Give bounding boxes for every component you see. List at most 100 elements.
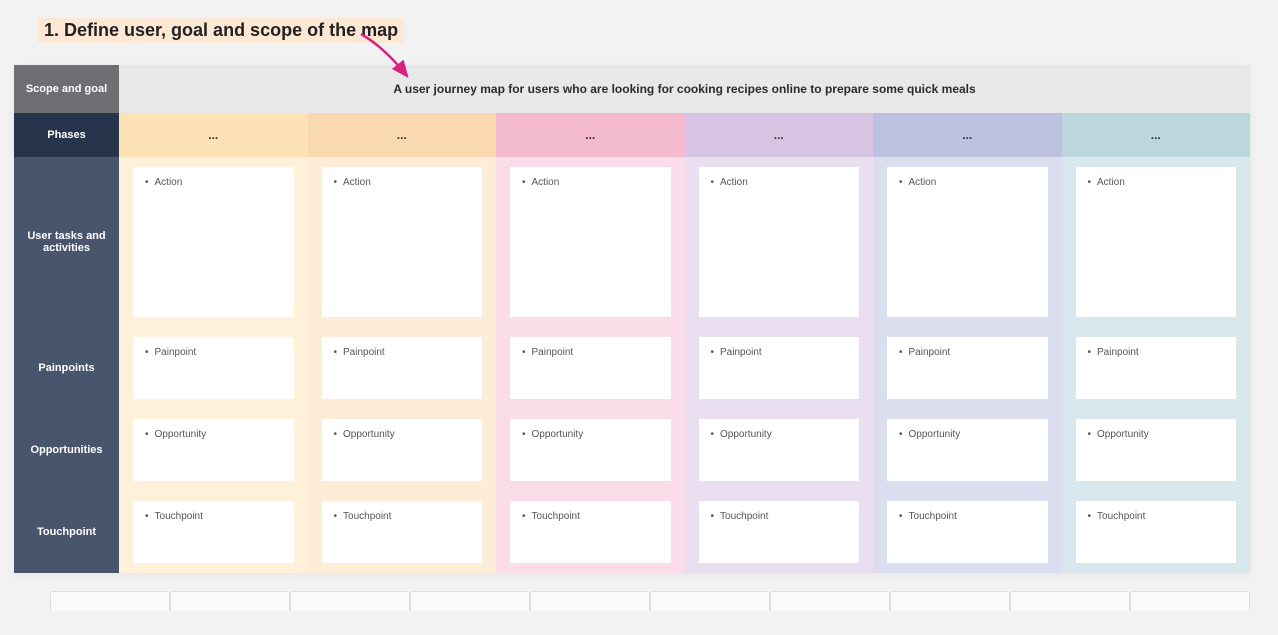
row-cells-3: Touchpoint Touchpoint Touchpoint Touchpo… bbox=[119, 491, 1250, 573]
bullet: Opportunity bbox=[334, 429, 471, 440]
cell-1-3: Painpoint bbox=[685, 327, 874, 409]
phase-header-5[interactable]: ... bbox=[1062, 113, 1251, 157]
card-3-0[interactable]: Touchpoint bbox=[133, 501, 294, 563]
cell-2-3: Opportunity bbox=[685, 409, 874, 491]
card-1-3[interactable]: Painpoint bbox=[699, 337, 860, 399]
page-root: 1. Define user, goal and scope of the ma… bbox=[0, 0, 1278, 611]
card-3-1[interactable]: Touchpoint bbox=[322, 501, 483, 563]
card-0-3[interactable]: Action bbox=[699, 167, 860, 317]
phase-headers: ... ... ... ... ... ... bbox=[119, 113, 1250, 157]
card-0-0[interactable]: Action bbox=[133, 167, 294, 317]
sheet-tab[interactable] bbox=[1010, 591, 1130, 611]
page-title: 1. Define user, goal and scope of the ma… bbox=[38, 18, 404, 43]
card-2-4[interactable]: Opportunity bbox=[887, 419, 1048, 481]
card-1-1[interactable]: Painpoint bbox=[322, 337, 483, 399]
card-3-5[interactable]: Touchpoint bbox=[1076, 501, 1237, 563]
phase-header-3[interactable]: ... bbox=[685, 113, 874, 157]
row-label-0: User tasks and activities bbox=[14, 157, 119, 327]
row-cells-1: Painpoint Painpoint Painpoint Painpoint … bbox=[119, 327, 1250, 409]
bullet: Opportunity bbox=[711, 429, 848, 440]
row-opportunities: Opportunities Opportunity Opportunity Op… bbox=[14, 409, 1250, 491]
card-1-5[interactable]: Painpoint bbox=[1076, 337, 1237, 399]
row-cells-0: Action Action Action Action Action Actio… bbox=[119, 157, 1250, 327]
card-0-1[interactable]: Action bbox=[322, 167, 483, 317]
sheet-tab[interactable] bbox=[50, 591, 170, 611]
card-3-3[interactable]: Touchpoint bbox=[699, 501, 860, 563]
sheet-tab[interactable] bbox=[1130, 591, 1250, 611]
card-2-3[interactable]: Opportunity bbox=[699, 419, 860, 481]
cell-1-1: Painpoint bbox=[308, 327, 497, 409]
row-painpoints: Painpoints Painpoint Painpoint Painpoint… bbox=[14, 327, 1250, 409]
bullet: Painpoint bbox=[145, 347, 282, 358]
journey-map: Scope and goal A user journey map for us… bbox=[14, 65, 1250, 573]
phase-header-1[interactable]: ... bbox=[308, 113, 497, 157]
card-1-4[interactable]: Painpoint bbox=[887, 337, 1048, 399]
bullet: Action bbox=[145, 177, 282, 188]
sheet-tab[interactable] bbox=[170, 591, 290, 611]
cell-2-1: Opportunity bbox=[308, 409, 497, 491]
bullet: Action bbox=[522, 177, 659, 188]
cell-0-2: Action bbox=[496, 157, 685, 327]
cell-3-4: Touchpoint bbox=[873, 491, 1062, 573]
cell-1-2: Painpoint bbox=[496, 327, 685, 409]
phase-header-0[interactable]: ... bbox=[119, 113, 308, 157]
phases-label: Phases bbox=[14, 113, 119, 157]
card-2-1[interactable]: Opportunity bbox=[322, 419, 483, 481]
sheet-tab[interactable] bbox=[410, 591, 530, 611]
card-2-0[interactable]: Opportunity bbox=[133, 419, 294, 481]
sheet-tab[interactable] bbox=[650, 591, 770, 611]
card-0-4[interactable]: Action bbox=[887, 167, 1048, 317]
sheet-tab[interactable] bbox=[770, 591, 890, 611]
row-user-tasks: User tasks and activities Action Action … bbox=[14, 157, 1250, 327]
cell-3-0: Touchpoint bbox=[119, 491, 308, 573]
scope-row: Scope and goal A user journey map for us… bbox=[14, 65, 1250, 113]
sheet-tab[interactable] bbox=[290, 591, 410, 611]
card-0-2[interactable]: Action bbox=[510, 167, 671, 317]
row-touchpoint: Touchpoint Touchpoint Touchpoint Touchpo… bbox=[14, 491, 1250, 573]
bullet: Opportunity bbox=[899, 429, 1036, 440]
cell-3-5: Touchpoint bbox=[1062, 491, 1251, 573]
bullet: Touchpoint bbox=[334, 511, 471, 522]
sheet-tabs bbox=[14, 591, 1264, 611]
card-0-5[interactable]: Action bbox=[1076, 167, 1237, 317]
bullet: Action bbox=[1088, 177, 1225, 188]
row-label-2: Opportunities bbox=[14, 409, 119, 491]
cell-1-5: Painpoint bbox=[1062, 327, 1251, 409]
card-2-5[interactable]: Opportunity bbox=[1076, 419, 1237, 481]
bullet: Opportunity bbox=[145, 429, 282, 440]
cell-1-0: Painpoint bbox=[119, 327, 308, 409]
bullet: Touchpoint bbox=[145, 511, 282, 522]
card-2-2[interactable]: Opportunity bbox=[510, 419, 671, 481]
bullet: Touchpoint bbox=[1088, 511, 1225, 522]
bullet: Painpoint bbox=[711, 347, 848, 358]
bullet: Action bbox=[899, 177, 1036, 188]
cell-2-4: Opportunity bbox=[873, 409, 1062, 491]
cell-1-4: Painpoint bbox=[873, 327, 1062, 409]
card-1-0[interactable]: Painpoint bbox=[133, 337, 294, 399]
sheet-tab[interactable] bbox=[890, 591, 1010, 611]
cell-3-1: Touchpoint bbox=[308, 491, 497, 573]
bullet: Painpoint bbox=[334, 347, 471, 358]
card-3-4[interactable]: Touchpoint bbox=[887, 501, 1048, 563]
cell-3-3: Touchpoint bbox=[685, 491, 874, 573]
bullet: Painpoint bbox=[1088, 347, 1225, 358]
sheet-tab[interactable] bbox=[530, 591, 650, 611]
cell-0-4: Action bbox=[873, 157, 1062, 327]
card-3-2[interactable]: Touchpoint bbox=[510, 501, 671, 563]
cell-0-0: Action bbox=[119, 157, 308, 327]
cell-2-2: Opportunity bbox=[496, 409, 685, 491]
card-1-2[interactable]: Painpoint bbox=[510, 337, 671, 399]
cell-0-1: Action bbox=[308, 157, 497, 327]
cell-2-5: Opportunity bbox=[1062, 409, 1251, 491]
bullet: Opportunity bbox=[522, 429, 659, 440]
bullet: Action bbox=[334, 177, 471, 188]
phase-header-2[interactable]: ... bbox=[496, 113, 685, 157]
cell-2-0: Opportunity bbox=[119, 409, 308, 491]
row-label-3: Touchpoint bbox=[14, 491, 119, 573]
scope-label: Scope and goal bbox=[14, 65, 119, 113]
title-wrap: 1. Define user, goal and scope of the ma… bbox=[38, 18, 1264, 43]
phases-row: Phases ... ... ... ... ... ... bbox=[14, 113, 1250, 157]
phase-header-4[interactable]: ... bbox=[873, 113, 1062, 157]
row-cells-2: Opportunity Opportunity Opportunity Oppo… bbox=[119, 409, 1250, 491]
bullet: Touchpoint bbox=[899, 511, 1036, 522]
